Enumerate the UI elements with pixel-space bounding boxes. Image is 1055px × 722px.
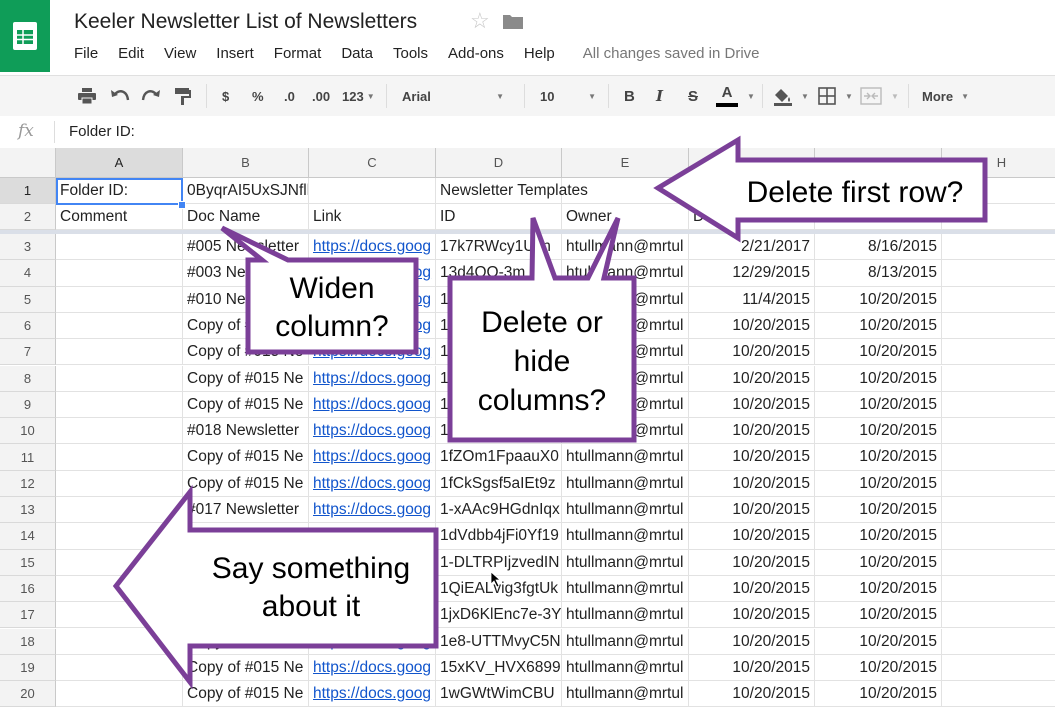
delete-hide-line-3: columns?	[478, 384, 606, 417]
mouse-cursor-icon	[490, 571, 502, 588]
say-something-callout	[112, 484, 439, 690]
annotation-layer: Delete first row? Widen column? Delete o…	[112, 135, 988, 690]
widen-line-2: column?	[275, 310, 388, 343]
say-something-line-2: about it	[262, 590, 361, 623]
delete-hide-line-1: Delete or	[481, 306, 603, 339]
widen-line-1: Widen	[289, 272, 374, 305]
delete-hide-line-2: hide	[514, 345, 571, 378]
delete-first-row-text: Delete first row?	[747, 176, 964, 209]
say-something-line-1: Say something	[212, 552, 410, 585]
